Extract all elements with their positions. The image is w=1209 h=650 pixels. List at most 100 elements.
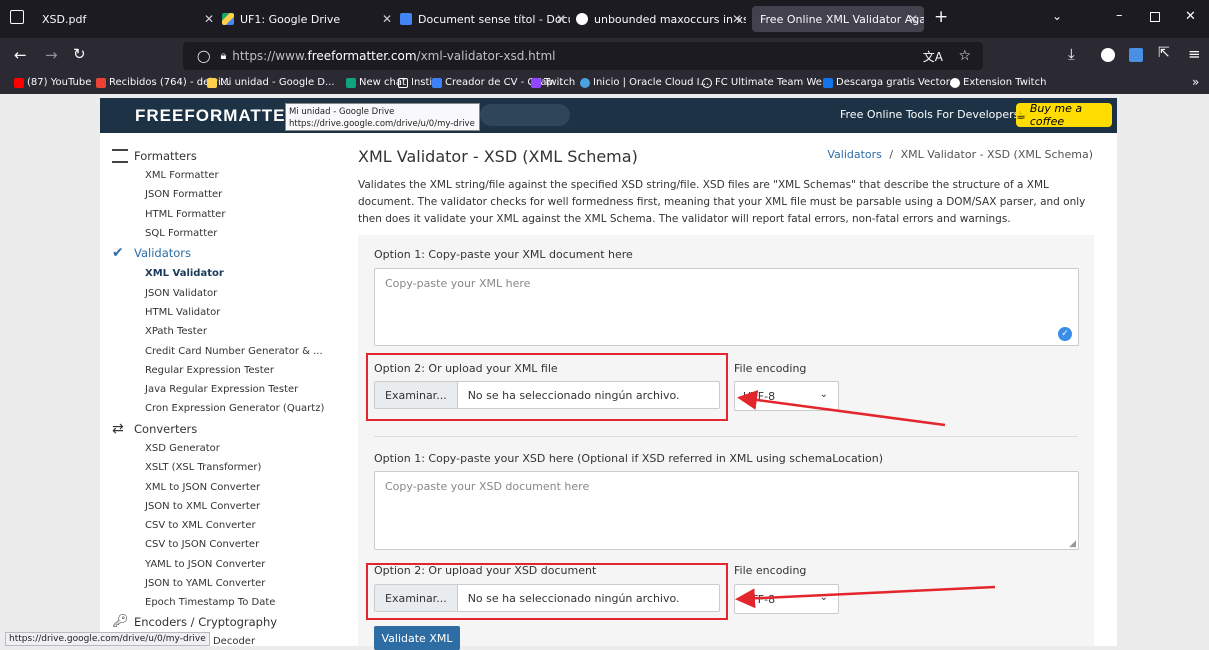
validate-xml-button[interactable]: Validate XML [374, 626, 460, 650]
site-tagline: Free Online Tools For Developers [840, 108, 1020, 121]
formatter-icon [112, 149, 128, 163]
bookmark-label: Twitch [544, 77, 576, 88]
sidebar-category-converters[interactable]: ⇄ Converters [112, 422, 197, 436]
downloads-icon[interactable]: ⤓ [1068, 45, 1075, 63]
close-icon[interactable]: ✕ [382, 12, 392, 26]
close-icon[interactable]: ✕ [732, 12, 742, 26]
sidebar-item-xml-to-json[interactable]: XML to JSON Converter [145, 482, 260, 493]
key-icon: 🔑︎ [112, 614, 129, 629]
sidebar-item-xml-formatter[interactable]: XML Formatter [145, 170, 219, 181]
gmail-icon [96, 77, 106, 88]
sidebar-item-html-formatter[interactable]: HTML Formatter [145, 209, 225, 220]
bookmark-label: (87) YouTube [27, 77, 92, 88]
sidebar-item-regex-tester[interactable]: Regular Expression Tester [145, 365, 274, 376]
sidebar-item-yaml-to-json[interactable]: YAML to JSON Converter [145, 559, 265, 570]
close-icon[interactable]: ✕ [556, 12, 566, 26]
sidebar-item-decoder[interactable]: & Decoder [202, 636, 255, 647]
new-tab-icon[interactable]: + [934, 7, 948, 27]
tab-google-search[interactable]: unbounded maxoccurs in xsd - ✕ [576, 6, 746, 32]
browser-nav-bar: ← → ↻ ◯ 🔒︎ https://www. freeformatter.com… [0, 38, 1209, 74]
bookmark-youtube[interactable]: (87) YouTube [14, 77, 91, 88]
chat-icon [346, 77, 356, 88]
bookmark-insti[interactable]: Insti [398, 77, 432, 88]
site-search[interactable] [480, 104, 570, 126]
sidebar-item-xslt[interactable]: XSLT (XSL Transformer) [145, 462, 261, 473]
tab-label: Document sense títol - Docume [418, 12, 570, 26]
bookmarks-bar: (87) YouTube Recibidos (764) - deivi... … [0, 74, 1209, 94]
sidebar-item-java-regex[interactable]: Java Regular Expression Tester [145, 384, 298, 395]
sidebar-item-xpath-tester[interactable]: XPath Tester [145, 326, 207, 337]
xsd-textarea[interactable]: Copy-paste your XSD document here ◢ [374, 471, 1079, 550]
share-icon[interactable]: ⇱ [1158, 45, 1170, 61]
section-divider [374, 436, 1078, 437]
globe-icon [702, 77, 712, 88]
close-icon[interactable]: ✕ [908, 12, 918, 26]
status-bar-url: https://drive.google.com/drive/u/0/my-dr… [5, 632, 210, 646]
tab-overview-icon[interactable] [10, 10, 24, 24]
xml-placeholder: Copy-paste your XML here [385, 277, 531, 290]
sidebar-item-xsd-generator[interactable]: XSD Generator [145, 443, 220, 454]
restore-icon[interactable] [1150, 12, 1160, 22]
close-icon[interactable]: ✕ [204, 12, 214, 26]
close-window-icon[interactable]: ✕ [1185, 9, 1196, 24]
bookmark-fc-ultimate[interactable]: FC Ultimate Team We... [702, 77, 831, 88]
sidebar-item-json-formatter[interactable]: JSON Formatter [145, 189, 222, 200]
url-path: /xml-validator-xsd.html [416, 49, 556, 63]
minimize-icon[interactable]: – [1116, 8, 1123, 23]
category-label: Converters [134, 422, 198, 436]
translator-extension-icon[interactable] [1129, 48, 1143, 62]
tab-google-drive[interactable]: UF1: Google Drive ✕ [222, 6, 400, 32]
back-icon[interactable]: ← [14, 46, 27, 64]
sidebar-item-cron[interactable]: Cron Expression Generator (Quartz) [145, 403, 324, 414]
sidebar-item-csv-to-xml[interactable]: CSV to XML Converter [145, 520, 256, 531]
sidebar-item-sql-formatter[interactable]: SQL Formatter [145, 228, 217, 239]
extension-twitch-icon [950, 77, 960, 88]
sidebar-item-credit-card[interactable]: Credit Card Number Generator & ... [145, 346, 323, 357]
reload-icon[interactable]: ↻ [73, 45, 86, 63]
translate-icon[interactable]: 文A [923, 48, 943, 65]
xsd-encoding-select[interactable]: UTF-8 ⌄ [734, 584, 839, 614]
sidebar-item-html-validator[interactable]: HTML Validator [145, 307, 220, 318]
bookmark-label: Extension Twitch [963, 77, 1047, 88]
xml-encoding-select[interactable]: UTF-8 ⌄ [734, 381, 839, 411]
tab-freeformatter[interactable]: Free Online XML Validator Against ✕ [752, 6, 924, 32]
bookmark-drive[interactable]: Mi unidad - Google D... [207, 77, 335, 88]
grammar-check-icon[interactable]: ✓ [1058, 327, 1072, 341]
bookmark-twitch[interactable]: Twitch [531, 77, 575, 88]
xsd-encoding-label: File encoding [734, 564, 807, 577]
bookmark-new-chat[interactable]: New chat [346, 77, 406, 88]
url-bar[interactable]: ◯ 🔒︎ https://www. freeformatter.com/xml-v… [183, 42, 983, 70]
xml-textarea[interactable]: Copy-paste your XML here ✓ [374, 268, 1079, 346]
shield-icon: ◯ [197, 49, 211, 63]
menu-icon[interactable]: ≡ [1188, 45, 1201, 63]
breadcrumb-validators-link[interactable]: Validators [827, 148, 882, 161]
sidebar-item-json-to-yaml[interactable]: JSON to YAML Converter [145, 578, 265, 589]
sidebar-category-encoders[interactable]: 🔑︎ Encoders / Cryptography [112, 614, 277, 630]
sidebar-item-csv-to-json[interactable]: CSV to JSON Converter [145, 539, 259, 550]
resize-grip-icon[interactable]: ◢ [1069, 539, 1076, 549]
link-tooltip: Mi unidad - Google Drive https://drive.g… [285, 103, 480, 131]
sidebar-category-formatters[interactable]: Formatters [112, 149, 197, 163]
more-bookmarks-icon[interactable]: » [1192, 75, 1199, 89]
bookmark-extension-twitch[interactable]: Extension Twitch [950, 77, 1046, 88]
forward-icon[interactable]: → [45, 46, 58, 64]
sidebar-item-json-validator[interactable]: JSON Validator [145, 288, 217, 299]
extension-icon[interactable] [1101, 48, 1115, 62]
xml-encoding-value: UTF-8 [743, 389, 776, 403]
tab-xsd-pdf[interactable]: XSD.pdf ✕ [36, 6, 222, 32]
breadcrumb-separator: / [889, 148, 894, 161]
bookmark-star-icon[interactable]: ☆ [958, 48, 971, 64]
buy-me-a-coffee-button[interactable]: ☕︎ Buy me a coffee [1016, 102, 1112, 128]
sidebar-item-xml-validator[interactable]: XML Validator [145, 268, 224, 279]
sidebar-item-json-to-xml[interactable]: JSON to XML Converter [145, 501, 260, 512]
bookmark-label: Descarga gratis Vector... [836, 77, 959, 88]
sidebar-category-validators[interactable]: ✔ Validators [112, 246, 191, 260]
bookmark-oracle[interactable]: Inicio | Oracle Cloud I... [580, 77, 709, 88]
tab-list-chevron-icon[interactable]: ⌄ [1052, 9, 1062, 23]
tab-google-doc[interactable]: Document sense títol - Docume ✕ [400, 6, 570, 32]
page-title: XML Validator - XSD (XML Schema) [358, 147, 638, 166]
google-drive-icon [222, 13, 234, 25]
sidebar-item-epoch[interactable]: Epoch Timestamp To Date [145, 597, 275, 608]
url-prefix: https://www. [232, 49, 308, 63]
bookmark-vector[interactable]: Descarga gratis Vector... [823, 77, 958, 88]
